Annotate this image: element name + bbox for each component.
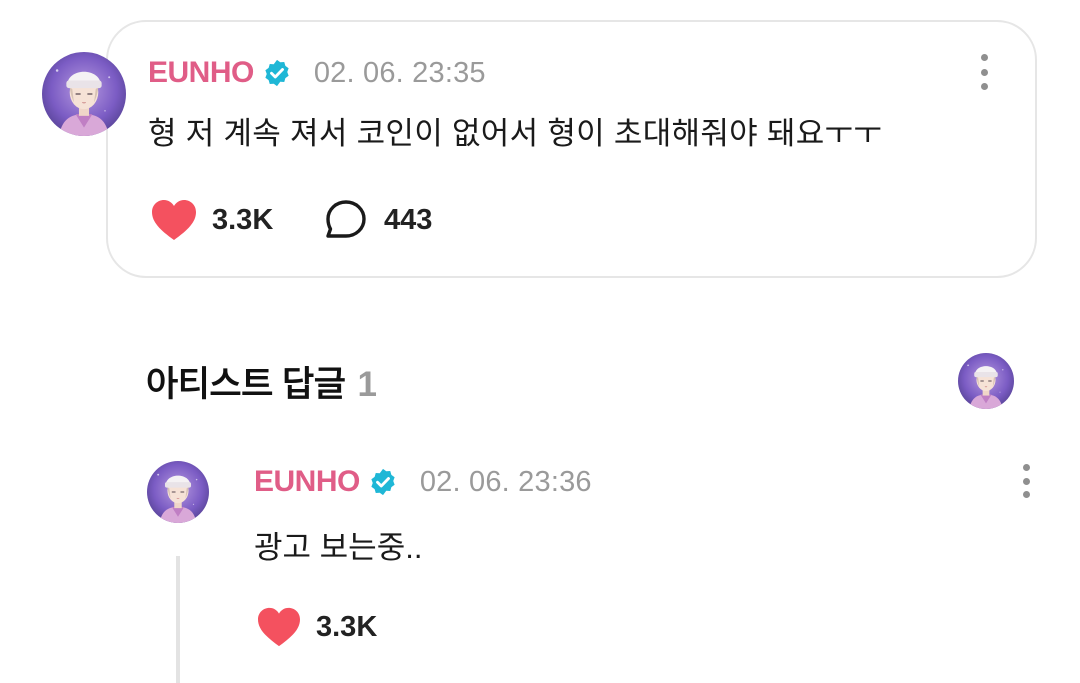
reply-like-count: 3.3K xyxy=(316,610,378,643)
reply-avatar[interactable] xyxy=(147,461,209,523)
reply-header: EUNHO 02. 06. 23:36 xyxy=(254,463,592,501)
avatar-icon xyxy=(958,353,1014,409)
more-vertical-icon[interactable] xyxy=(976,54,992,90)
more-vertical-icon[interactable] xyxy=(1018,464,1034,498)
like-count: 3.3K xyxy=(212,203,274,236)
avatar-icon xyxy=(147,461,209,523)
replies-count: 1 xyxy=(357,365,377,404)
artist-avatar[interactable] xyxy=(958,353,1014,409)
avatar-icon xyxy=(42,52,126,136)
comment-count: 443 xyxy=(384,203,433,236)
verified-badge-icon xyxy=(262,58,292,88)
reply-author-name[interactable]: EUNHO xyxy=(254,465,360,499)
thread-line xyxy=(176,556,180,683)
like-button[interactable]: 3.3K xyxy=(150,198,273,242)
heart-icon xyxy=(150,198,198,242)
comment-bubble-icon xyxy=(324,198,368,242)
artist-replies-header: 아티스트 답글 1 xyxy=(146,356,377,407)
comment-thread-page: EUNHO 02. 06. 23:35 형 저 계속 져서 코인이 없어서 형이… xyxy=(0,0,1080,683)
comment-button[interactable]: 443 xyxy=(324,198,432,242)
post-timestamp: 02. 06. 23:35 xyxy=(313,56,486,89)
avatar[interactable] xyxy=(42,52,126,136)
reply-body-text: 광고 보는중.. xyxy=(254,530,423,565)
verified-badge-icon xyxy=(368,467,398,497)
heart-icon xyxy=(256,606,302,648)
post-header: EUNHO 02. 06. 23:35 xyxy=(148,54,486,92)
post-body-text: 형 저 계속 져서 코인이 없어서 형이 초대해줘야 돼요ㅜㅜ xyxy=(148,116,883,151)
author-name[interactable]: EUNHO xyxy=(148,56,254,90)
replies-title: 아티스트 답글 xyxy=(146,365,346,404)
reply-timestamp: 02. 06. 23:36 xyxy=(419,465,592,498)
reply-like-button[interactable]: 3.3K xyxy=(256,606,377,648)
